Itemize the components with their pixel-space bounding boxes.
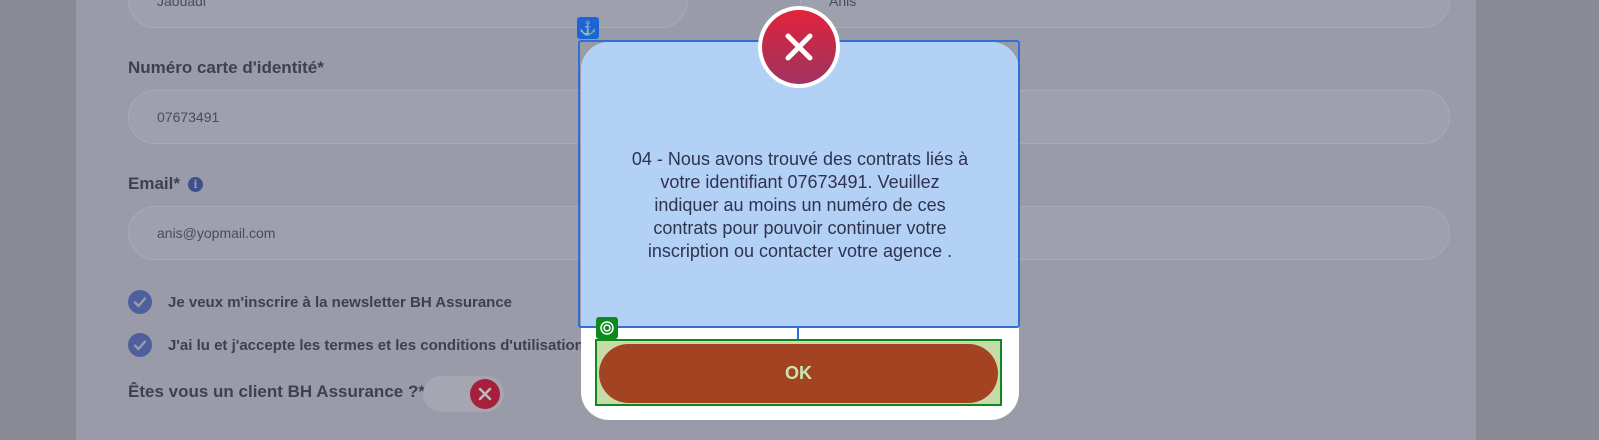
first-name-field[interactable]: Anis xyxy=(800,0,1450,28)
anchor-icon: ⚓ xyxy=(577,17,599,39)
newsletter-checkbox-row[interactable]: Je veux m'inscrire à la newsletter BH As… xyxy=(128,290,512,314)
checkmark-icon[interactable] xyxy=(128,290,152,314)
email-label: Email* xyxy=(128,174,180,193)
last-name-field[interactable]: Jaouadi xyxy=(128,0,688,28)
ok-button[interactable]: OK xyxy=(599,344,998,403)
close-icon xyxy=(762,10,836,84)
client-question-label: Êtes vous un client BH Assurance ?* xyxy=(128,382,425,401)
terms-checkbox-row[interactable]: J'ai lu et j'accepte les termes et les c… xyxy=(128,333,584,357)
email-label-row: Email* i xyxy=(128,174,203,194)
last-name-value: Jaouadi xyxy=(157,0,207,9)
target-icon xyxy=(596,317,618,339)
info-icon[interactable]: i xyxy=(187,177,203,193)
id-card-value: 07673491 xyxy=(157,109,220,125)
toggle-x-icon xyxy=(470,379,500,409)
close-button[interactable] xyxy=(758,6,840,88)
newsletter-label: Je veux m'inscrire à la newsletter BH As… xyxy=(168,293,513,311)
email-value: anis@yopmail.com xyxy=(157,225,276,241)
checkmark-icon[interactable] xyxy=(128,333,152,357)
id-card-label: Numéro carte d'identité* xyxy=(128,58,324,77)
terms-label: J'ai lu et j'accepte les termes et les c… xyxy=(168,336,584,354)
client-toggle[interactable] xyxy=(423,376,504,412)
ok-label: OK xyxy=(785,363,812,383)
first-name-value: Anis xyxy=(829,0,857,9)
